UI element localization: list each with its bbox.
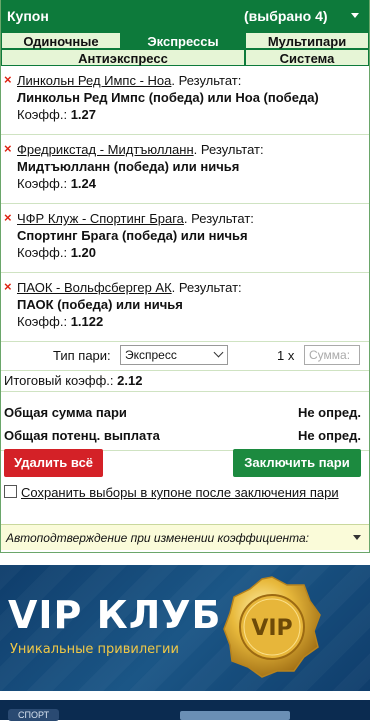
auto-confirm-label: Автоподтверждение при изменении коэффици… — [6, 531, 310, 545]
event-link[interactable]: ПАОК - Вольфсбергер АК — [17, 280, 172, 295]
selected-count: (выбрано 4) — [244, 8, 328, 24]
banner-title: VIP КЛУБ — [8, 593, 222, 637]
bet-item: × ЧФР Клуж - Спортинг Брага. Результат: … — [1, 204, 369, 273]
potential-payout-label: Общая потенц. выплата — [4, 428, 160, 443]
remove-icon[interactable]: × — [4, 141, 12, 156]
coef-label: Коэфф.: — [17, 314, 68, 329]
banner-graphic — [180, 711, 290, 720]
coef-value: 1.24 — [70, 176, 96, 191]
bet-type-value: Экспресс — [125, 348, 177, 362]
tab-system[interactable]: Система — [245, 49, 369, 66]
bottom-banner[interactable]: СПОРТ — [0, 700, 370, 721]
tab-antiexpress[interactable]: Антиэкспресс — [1, 49, 245, 66]
result-label: . Результат: — [171, 280, 242, 295]
bet-pick: Линкольн Ред Импс (победа) или Ноа (побе… — [17, 90, 319, 105]
vip-club-banner[interactable]: VIP КЛУБ Уникальные привилегии VIP — [0, 565, 370, 691]
save-choices-option[interactable]: Сохранить выборы в купоне после заключен… — [4, 484, 360, 501]
result-label: . Результат: — [193, 142, 264, 157]
coef-value: 1.27 — [70, 107, 96, 122]
event-link[interactable]: Фредрикстад - Мидтъюлланн — [17, 142, 194, 157]
bet-pick: ПАОК (победа) или ничья — [17, 297, 183, 312]
event-link[interactable]: Линкольн Ред Импс - Ноа — [17, 73, 171, 88]
chevron-down-icon — [353, 535, 361, 540]
bet-type-row: Тип пари: Экспресс 1 x Сумма: — [1, 342, 369, 371]
amount-input[interactable]: Сумма: — [304, 345, 360, 365]
remove-icon[interactable]: × — [4, 279, 12, 294]
event-link[interactable]: ЧФР Клуж - Спортинг Брага — [17, 211, 184, 226]
total-coef-label: Итоговый коэфф.: — [4, 373, 114, 388]
delete-all-button[interactable]: Удалить всё — [4, 449, 103, 477]
vip-badge-icon: VIP — [223, 576, 321, 678]
coupon-title: Купон — [7, 8, 49, 24]
chevron-down-icon — [213, 347, 224, 358]
badge-text: VIP — [251, 616, 292, 641]
save-checkbox[interactable] — [4, 485, 17, 498]
result-label: . Результат: — [183, 211, 254, 226]
coef-label: Коэфф.: — [17, 107, 68, 122]
chevron-down-icon[interactable] — [351, 13, 359, 18]
total-stake-label: Общая сумма пари — [4, 405, 127, 420]
bet-coupon: Купон (выбрано 4) Одиночные Экспрессы Му… — [0, 0, 370, 553]
coef-label: Коэфф.: — [17, 245, 68, 260]
remove-icon[interactable]: × — [4, 72, 12, 87]
coef-label: Коэфф.: — [17, 176, 68, 191]
sport-tag: СПОРТ — [8, 709, 60, 721]
save-choices-label[interactable]: Сохранить выборы в купоне после заключен… — [21, 485, 339, 500]
bet-pick: Мидтъюлланн (победа) или ничья — [17, 159, 240, 174]
potential-payout-value: Не опред. — [297, 428, 361, 443]
result-label: . Результат: — [171, 73, 242, 88]
bet-type-label: Тип пари: — [53, 348, 111, 363]
tab-express[interactable]: Экспрессы — [121, 32, 245, 49]
total-coef: Итоговый коэфф.: 2.12 — [1, 371, 369, 392]
sums-block: Общая сумма пари Не опред. Общая потенц.… — [1, 392, 369, 451]
total-coef-value: 2.12 — [117, 373, 143, 388]
bet-item: × Фредрикстад - Мидтъюлланн. Результат: … — [1, 135, 369, 204]
auto-confirm-select[interactable]: Автоподтверждение при изменении коэффици… — [1, 524, 369, 550]
multiplier: 1 x — [277, 348, 295, 363]
bet-item: × Линкольн Ред Импс - Ноа. Результат: Ли… — [1, 66, 369, 135]
banner-subtitle: Уникальные привилегии — [10, 642, 179, 657]
tab-singles[interactable]: Одиночные — [1, 32, 121, 49]
bet-type-select[interactable]: Экспресс — [120, 345, 228, 365]
bet-pick: Спортинг Брага (победа) или ничья — [17, 228, 248, 243]
coef-value: 1.20 — [70, 245, 96, 260]
coef-value: 1.122 — [70, 314, 104, 329]
place-bet-button[interactable]: Заключить пари — [233, 449, 361, 477]
total-stake-value: Не опред. — [297, 405, 361, 420]
bet-item: × ПАОК - Вольфсбергер АК. Результат: ПАО… — [1, 273, 369, 342]
tab-multi[interactable]: Мультипари — [245, 32, 369, 49]
coupon-header[interactable]: Купон (выбрано 4) — [1, 0, 369, 32]
remove-icon[interactable]: × — [4, 210, 12, 225]
